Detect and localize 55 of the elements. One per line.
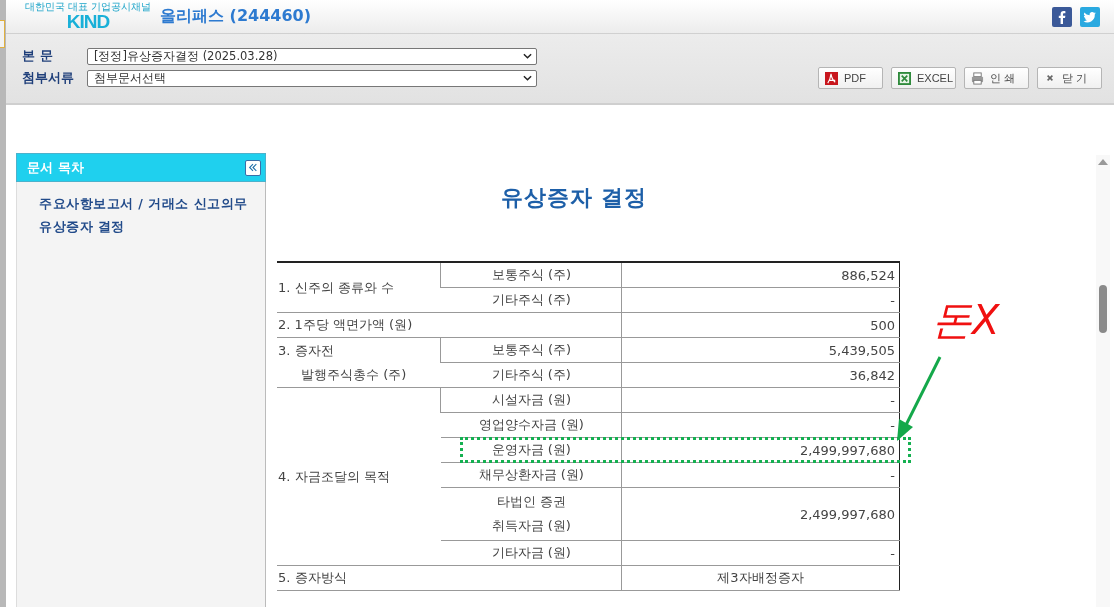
- table-cell-text: 채무상환자금 (원): [477, 466, 585, 484]
- bird-icon[interactable]: [1080, 6, 1100, 27]
- field-label: 첨부서류: [22, 69, 75, 87]
- table-cell-text: 5,439,505: [828, 342, 896, 358]
- table-cell-text: 시설자금 (원): [490, 391, 573, 409]
- double-chevron-left-icon: [248, 163, 258, 172]
- printer-icon: [971, 71, 984, 85]
- toc-link[interactable]: 유상증자 결정: [39, 219, 265, 236]
- dropdown[interactable]: 첨부문서선택: [87, 69, 537, 87]
- table-cell-text: 5. 증자방식: [277, 569, 347, 587]
- table-cell-text: 영업양수자금 (원): [477, 416, 585, 434]
- table-cell-text: -: [890, 545, 896, 561]
- table-cell: 제3자배정증자: [717, 570, 804, 585]
- toc-link[interactable]: 주요사항보고서 / 거래소 신고의무: [39, 196, 265, 213]
- table-cell-text: 기타주식 (주): [490, 366, 572, 384]
- side-tab[interactable]: [0, 20, 5, 48]
- table-cell-text: 보통주식 (주): [490, 266, 573, 284]
- handwritten-note: 돈X: [932, 296, 1000, 345]
- company-title: 올리패스 (244460): [160, 6, 311, 27]
- table-cell-text: 기타자금 (원): [490, 544, 572, 562]
- table-cell-text: 2. 1주당 액면가액 (원): [277, 316, 413, 334]
- excel-button[interactable]: EXCEL: [891, 67, 956, 89]
- facebook-icon[interactable]: [1052, 6, 1072, 27]
- table-cell-text: -: [890, 392, 896, 408]
- table-cell-text: -: [890, 467, 896, 483]
- pdf-button[interactable]: PDF: [818, 67, 883, 89]
- table-cell-text: 2,499,997,680: [799, 442, 896, 458]
- toc-title: 문서 목차: [27, 158, 84, 177]
- table-cell-text: 기타주식 (주): [490, 291, 572, 309]
- dropdown[interactable]: [정정]유상증자결정 (2025.03.28): [87, 47, 537, 65]
- table-cell-text: 운영자금 (원): [490, 441, 572, 459]
- chevron-down-icon[interactable]: [523, 75, 532, 81]
- scroll-up-icon[interactable]: [1098, 159, 1108, 165]
- table-cell-text: 36,842: [849, 367, 896, 383]
- table-cell-text: 4. 자금조달의 목적: [277, 467, 390, 486]
- scroll-thumb[interactable]: [1099, 285, 1107, 333]
- close-button[interactable]: 닫 기: [1037, 67, 1102, 89]
- document-title: 유상증자 결정: [499, 184, 649, 212]
- close-icon: [1046, 74, 1054, 82]
- spreadsheet-icon: [898, 71, 911, 85]
- field-label: 본 문: [22, 47, 54, 65]
- table-cell-text: -: [890, 417, 896, 433]
- collapse-button[interactable]: [245, 159, 261, 176]
- table-cell-text: 2,499,997,680: [799, 506, 896, 522]
- table-cell-text: 타법인 증권 취득자금 (원): [490, 493, 572, 535]
- table-cell-text: -: [890, 292, 896, 308]
- print-button[interactable]: 인 쇄: [964, 67, 1029, 89]
- table-cell-text: 886,524: [841, 267, 896, 283]
- scrollbar[interactable]: [1096, 155, 1110, 607]
- table-cell-text: 보통주식 (주): [490, 341, 573, 359]
- chevron-down-icon[interactable]: [523, 53, 532, 59]
- table-cell-text: 1. 신주의 종류와 수: [277, 278, 394, 297]
- table-cell-text: 500: [870, 317, 896, 333]
- table-cell-text: 3. 증자전 발행주식총수 (주): [277, 341, 407, 384]
- pdf-icon: [825, 71, 838, 85]
